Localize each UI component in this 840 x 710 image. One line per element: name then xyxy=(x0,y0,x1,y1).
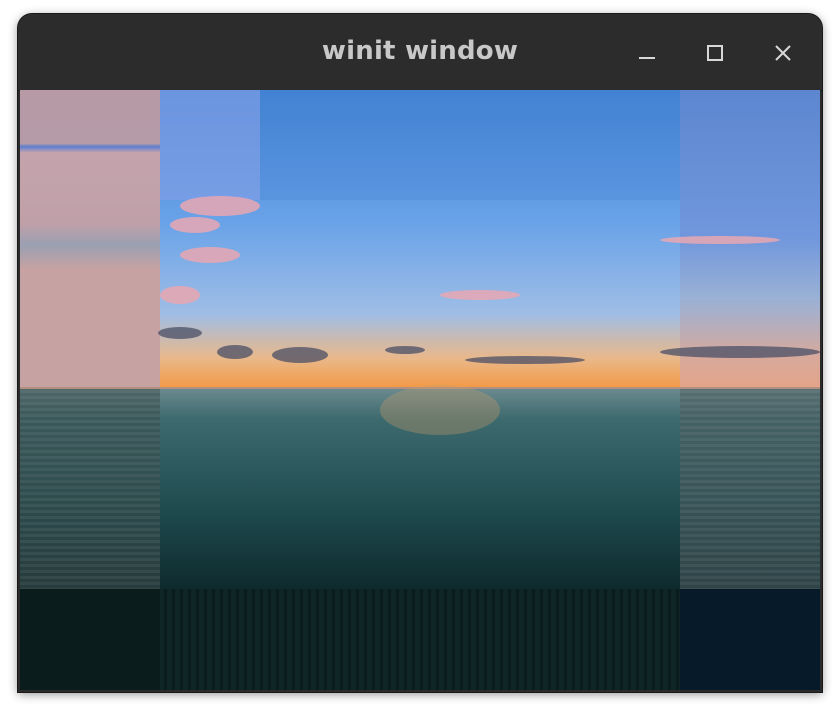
render-surface[interactable] xyxy=(20,90,820,690)
maximize-button[interactable] xyxy=(698,36,732,70)
app-window: winit window xyxy=(18,14,822,692)
maximize-icon xyxy=(707,45,723,61)
minimize-button[interactable] xyxy=(630,36,664,70)
close-button[interactable] xyxy=(766,36,800,70)
title-bar[interactable]: winit window xyxy=(18,14,822,91)
close-icon xyxy=(775,45,791,61)
minimize-icon xyxy=(639,57,655,59)
sunset-ocean-image xyxy=(20,90,820,690)
